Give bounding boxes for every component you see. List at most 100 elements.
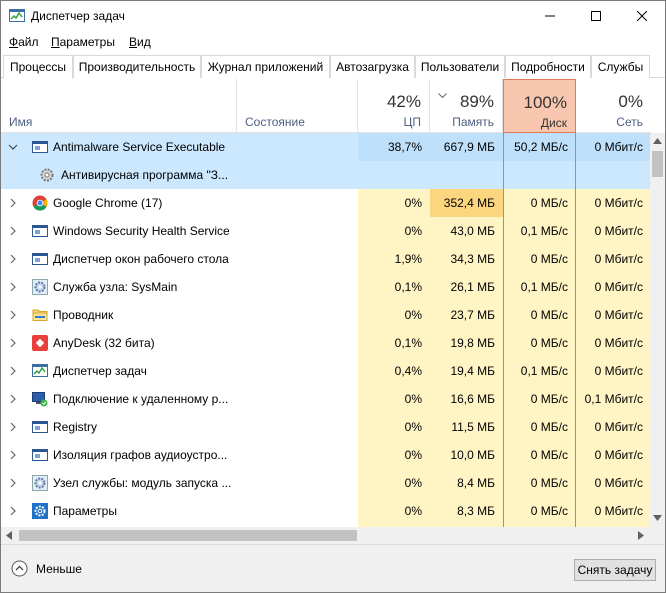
expand-right-chevron-icon[interactable] [8,254,18,264]
menu-file[interactable]: Файл [9,35,39,49]
expand-right-chevron-icon[interactable] [8,478,18,488]
process-disk: 0 МБ/с [530,504,568,518]
scroll-up-icon[interactable] [653,138,662,144]
expand-right-chevron-icon[interactable] [8,198,18,208]
service-gear-icon [39,167,55,183]
header-name-label: Имя [9,115,33,129]
process-cpu: 0% [404,224,422,238]
expand-down-chevron-icon[interactable] [8,142,18,152]
expand-right-chevron-icon[interactable] [8,450,18,460]
header-memory-label: Память [452,115,494,129]
close-button[interactable] [619,1,665,31]
tab-startup[interactable]: Автозагрузка [330,55,415,78]
process-network: 0 Мбит/с [594,196,643,210]
minimize-button[interactable] [527,1,573,31]
vertical-scroll-thumb[interactable] [652,151,663,177]
process-cpu: 0,1% [394,280,422,294]
process-row[interactable]: Проводник 0% 23,7 МБ 0 МБ/с 0 Мбит/с [1,301,651,329]
process-disk: 0,1 МБ/с [520,224,568,238]
expand-right-chevron-icon[interactable] [8,506,18,516]
tab-app-history[interactable]: Журнал приложений [201,55,330,78]
header-memory-percent: 89% [459,92,494,111]
tab-performance[interactable]: Производительность [73,55,201,78]
expand-right-chevron-icon[interactable] [8,310,18,320]
process-row[interactable]: Подключение к удаленному р... 0% 16,6 МБ 0 … [1,385,651,413]
process-network: 0 Мбит/с [576,133,651,161]
close-icon [637,11,647,21]
process-name: AnyDesk (32 бита) [53,336,155,350]
window-icon [32,139,48,155]
expand-right-chevron-icon[interactable] [8,422,18,432]
vertical-scrollbar[interactable] [650,133,665,527]
process-row[interactable]: Google Chrome (17) 0% 352,4 МБ 0 МБ/с 0 Мбит… [1,189,651,217]
window-icon [32,419,48,435]
process-disk: 50,2 МБ/с [503,133,576,161]
process-name: Изоляция графов аудиоустро... [53,448,228,462]
process-row[interactable]: Registry 0% 11,5 МБ 0 МБ/с 0 Мбит/с [1,413,651,441]
expand-right-chevron-icon[interactable] [8,282,18,292]
scroll-down-icon[interactable] [653,515,662,521]
process-disk: 0 МБ/с [530,196,568,210]
header-name[interactable]: Имя [1,79,237,133]
process-memory: 26,1 МБ [450,280,495,294]
tab-services[interactable]: Службы [591,55,650,78]
expand-right-chevron-icon[interactable] [8,338,18,348]
tab-users[interactable]: Пользователи [415,55,505,78]
horizontal-scroll-thumb[interactable] [19,530,357,541]
header-disk[interactable]: 100% Диск [503,79,576,133]
process-network: 0 Мбит/с [594,336,643,350]
header-cpu[interactable]: 42% ЦП [358,79,430,133]
process-memory: 16,6 МБ [450,392,495,406]
process-grid: Имя Состояние 42% ЦП 89% Память 100% Дис… [1,79,665,527]
process-disk: 0,1 МБ/с [520,364,568,378]
process-disk: 0 МБ/с [530,252,568,266]
process-row[interactable]: Служба узла: SysMain 0,1% 26,1 МБ 0,1 МБ/с 0… [1,273,651,301]
header-status[interactable]: Состояние [237,79,358,133]
tab-details[interactable]: Подробности [505,55,591,78]
menu-view[interactable]: Вид [129,35,151,49]
process-row[interactable]: Диспетчер задач 0,4% 19,4 МБ 0,1 МБ/с 0 Мбит… [1,357,651,385]
child-process-row[interactable]: Антивирусная программа "З... [1,161,651,189]
expand-right-chevron-icon[interactable] [8,226,18,236]
process-network: 0 Мбит/с [594,224,643,238]
scroll-left-icon[interactable] [6,531,12,540]
header-network[interactable]: 0% Сеть [576,79,651,133]
process-memory: 43,0 МБ [450,224,495,238]
process-disk: 0,1 МБ/с [520,280,568,294]
menu-options[interactable]: Параметры [51,35,115,49]
scroll-right-icon[interactable] [638,531,644,540]
task-manager-app-icon [9,9,25,22]
header-memory[interactable]: 89% Память [430,79,503,133]
maximize-button[interactable] [573,1,619,31]
header-disk-label: Диск [540,116,567,130]
process-row[interactable]: AnyDesk (32 бита) 0,1% 19,8 МБ 0 МБ/с 0 Мбит… [1,329,651,357]
process-network: 0 Мбит/с [594,280,643,294]
title-bar[interactable]: Диспетчер задач [1,1,665,31]
process-memory: 34,3 МБ [450,252,495,266]
process-name: Параметры [53,504,117,518]
menu-view-accel: В [129,35,138,49]
disk-column-border-right [575,79,576,527]
process-row[interactable]: Изоляция графов аудиоустро... 0% 10,0 МБ 0 … [1,441,651,469]
process-network: 0 Мбит/с [594,308,643,322]
horizontal-scrollbar[interactable] [1,527,665,544]
process-network: 0,1 Мбит/с [584,392,643,406]
tab-strip: Процессы Производительность Журнал прило… [1,55,665,79]
expand-right-chevron-icon[interactable] [8,366,18,376]
menu-file-accel: Ф [9,35,19,49]
fewer-details-label: Меньше [36,561,82,576]
process-cpu [358,161,430,189]
header-cpu-percent: 42% [386,92,421,111]
process-row[interactable]: Antimalware Service Executable 38,7% 667,9… [1,133,651,161]
process-row[interactable]: Параметры 0% 8,3 МБ 0 МБ/с 0 Мбит/с [1,497,651,525]
fewer-details-button[interactable]: Меньше [11,560,82,577]
expand-right-chevron-icon[interactable] [8,394,18,404]
process-network: 0 Мбит/с [594,476,643,490]
process-network: 0 Мбит/с [594,448,643,462]
tab-processes[interactable]: Процессы [3,55,73,79]
header-network-label: Сеть [616,115,643,129]
process-row[interactable]: Диспетчер окон рабочего стола 1,9% 34,3 МБ… [1,245,651,273]
process-row[interactable]: Windows Security Health Service 0% 43,0 МБ… [1,217,651,245]
end-task-button[interactable]: Снять задачу [574,559,656,581]
process-row[interactable]: Узел службы: модуль запуска ... 0% 8,4 МБ 0… [1,469,651,497]
